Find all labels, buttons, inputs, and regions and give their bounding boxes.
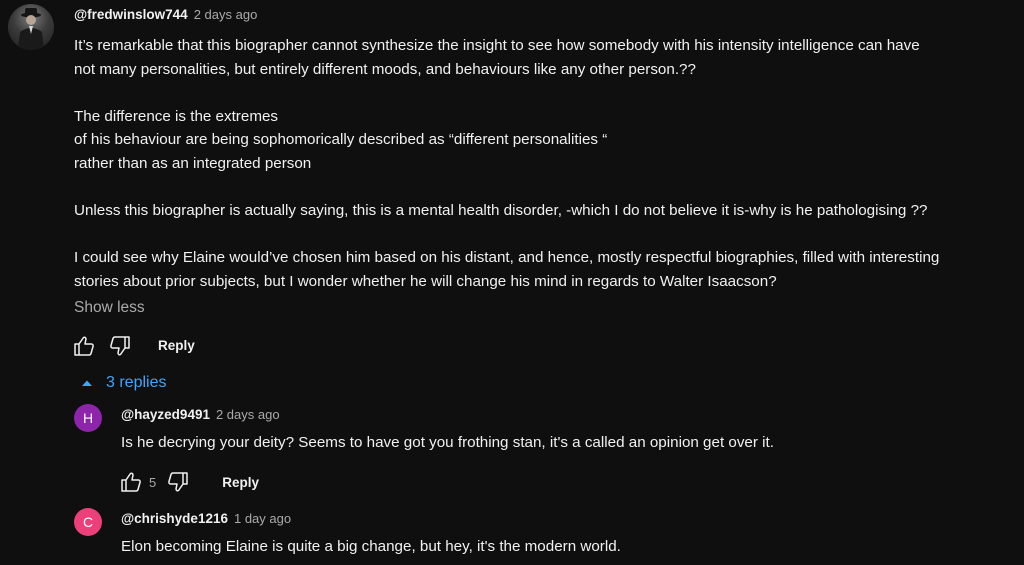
reply-text: Elon becoming Elaine is quite a big chan… — [121, 538, 621, 555]
comment-line: of his behaviour are being sophomoricall… — [74, 131, 608, 149]
avatar-letter: H — [82, 410, 94, 426]
like-count: 5 — [149, 474, 157, 490]
comment-thread: @fredwinslow744 2 days ago It’s remarkab… — [74, 7, 1019, 362]
user-avatar[interactable] — [8, 4, 54, 50]
reply-header: @hayzed9491 2 days ago — [121, 407, 774, 425]
comment-line: The difference is the extremes — [74, 107, 279, 125]
reply-content: @chrishyde1216 1 day ago Elon becoming E… — [121, 508, 621, 558]
like-button[interactable] — [115, 466, 147, 498]
chevron-up-icon — [82, 380, 92, 386]
comment-line: not many personalities, but entirely dif… — [74, 60, 696, 78]
thumbs-up-icon — [121, 472, 141, 492]
comment-timestamp[interactable]: 2 days ago — [194, 7, 258, 22]
comment-actions: Reply — [68, 330, 1019, 362]
thumbs-up-icon — [74, 336, 94, 356]
thumbs-down-icon — [168, 472, 188, 492]
reply-button[interactable]: Reply — [222, 475, 259, 490]
reply-header: @chrishyde1216 1 day ago — [121, 511, 621, 529]
person-in-hat-icon — [18, 8, 44, 50]
comment-line: rather than as an integrated person — [74, 154, 312, 172]
thumbs-down-icon — [110, 335, 130, 356]
show-less-button[interactable]: Show less — [74, 299, 145, 317]
comment-header: @fredwinslow744 2 days ago — [74, 7, 1019, 25]
reply-actions: 5 Reply — [115, 466, 774, 498]
reply-text: Is he decrying your deity? Seems to have… — [121, 434, 774, 451]
comment-line: Unless this biographer is actually sayin… — [74, 202, 928, 220]
reply-author[interactable]: @chrishyde1216 — [121, 511, 228, 526]
comment-line: It’s remarkable that this biographer can… — [74, 37, 920, 54]
reply-timestamp[interactable]: 1 day ago — [234, 511, 291, 526]
reply-timestamp[interactable]: 2 days ago — [216, 407, 280, 422]
reply-content: @hayzed9491 2 days ago Is he decrying yo… — [121, 404, 774, 498]
comments-section: @fredwinslow744 2 days ago It’s remarkab… — [0, 0, 1024, 565]
avatar[interactable]: C — [74, 508, 102, 536]
like-button[interactable] — [68, 330, 100, 362]
comment-line: I could see why Elaine would’ve chosen h… — [74, 249, 940, 267]
replies-count[interactable]: 3 replies — [106, 374, 166, 392]
dislike-button[interactable] — [104, 330, 136, 362]
reply-author[interactable]: @hayzed9491 — [121, 407, 210, 422]
avatar-letter: C — [82, 514, 94, 530]
replies-toggle[interactable]: 3 replies — [80, 374, 166, 392]
avatar[interactable]: H — [74, 404, 102, 432]
comment-author[interactable]: @fredwinslow744 — [74, 7, 188, 22]
dislike-button[interactable] — [162, 466, 194, 498]
comment-line: stories about prior subjects, but I wond… — [74, 272, 777, 290]
comment-body: It’s remarkable that this biographer can… — [74, 34, 1019, 294]
reply-button[interactable]: Reply — [158, 338, 195, 353]
